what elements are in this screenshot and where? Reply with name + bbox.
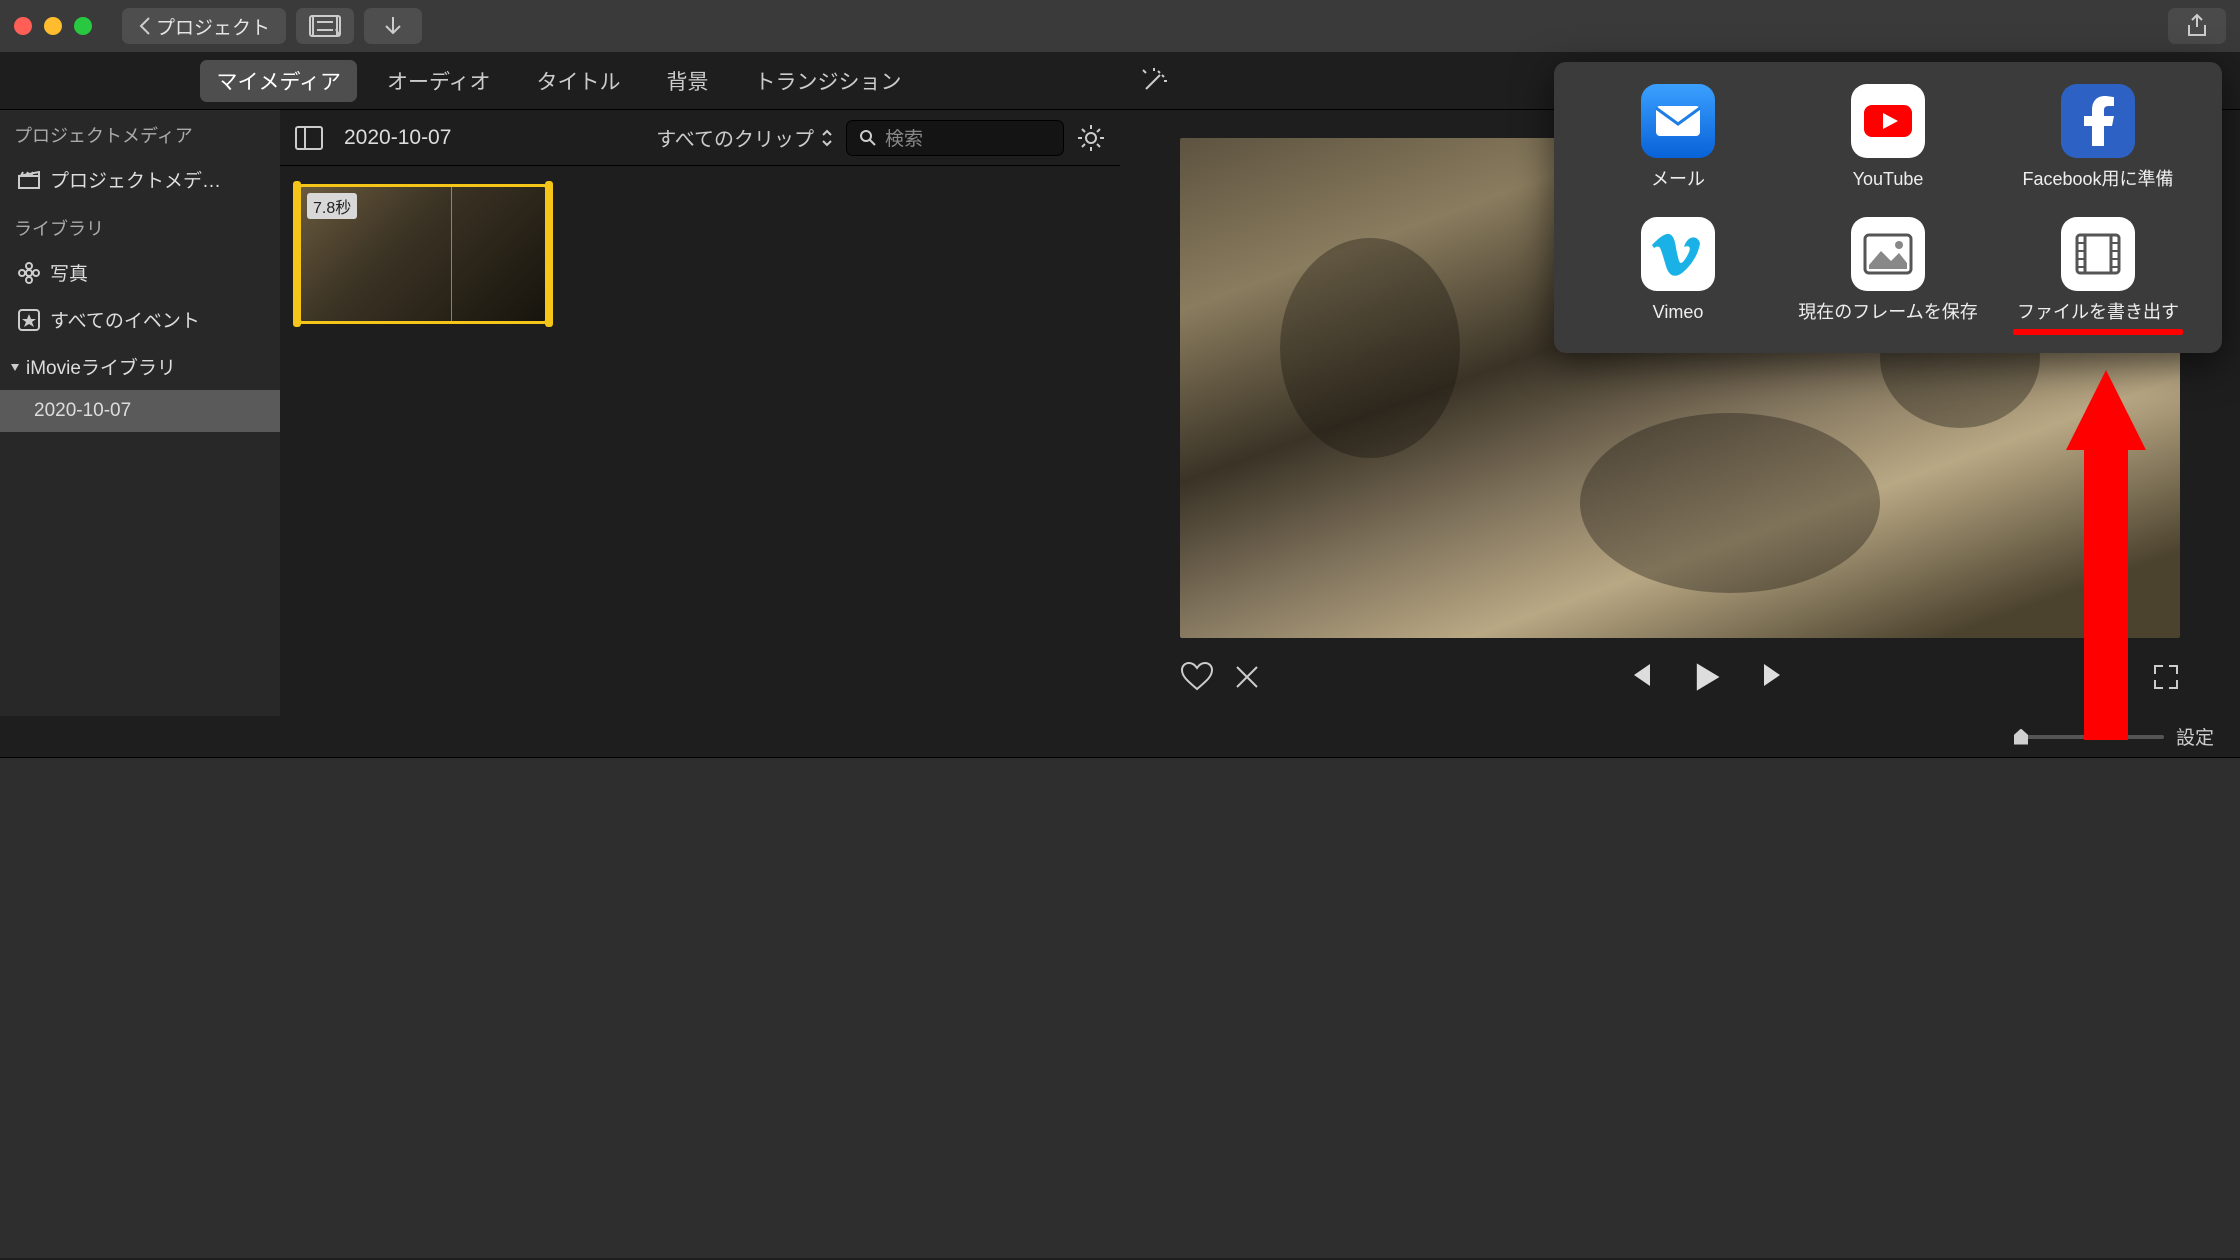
- share-label: Vimeo: [1653, 301, 1704, 324]
- viewer-controls: [1120, 652, 2240, 694]
- filmstrip-icon: [309, 15, 341, 37]
- tab-audio[interactable]: オーディオ: [371, 60, 507, 102]
- sidebar-label: すべてのイベント: [50, 306, 200, 333]
- share-option-vimeo[interactable]: Vimeo: [1578, 217, 1778, 334]
- prev-icon[interactable]: [1624, 660, 1654, 690]
- reject-icon[interactable]: [1232, 662, 1262, 692]
- sidebar-imovie-library[interactable]: iMovieライブラリ: [0, 343, 280, 390]
- import-button[interactable]: [364, 8, 422, 44]
- sidebar-item-photos[interactable]: 写真: [0, 249, 280, 296]
- magic-wand-icon[interactable]: [1140, 67, 1168, 95]
- share-option-save-frame[interactable]: 現在のフレームを保存: [1788, 217, 1988, 334]
- video-clip[interactable]: 7.8秒: [298, 184, 548, 324]
- search-icon: [859, 129, 877, 147]
- share-button[interactable]: [2168, 8, 2226, 44]
- mail-icon: [1641, 84, 1715, 158]
- share-label: 現在のフレームを保存: [1798, 301, 1977, 324]
- favorite-icon[interactable]: [1180, 662, 1214, 692]
- share-label: メール: [1651, 168, 1705, 191]
- media-tabs: マイメディア オーディオ タイトル 背景 トランジション: [0, 60, 1118, 102]
- timeline-track-area[interactable]: [0, 758, 2240, 1258]
- next-icon[interactable]: [1760, 660, 1790, 690]
- flower-icon: [18, 262, 40, 284]
- play-icon[interactable]: [1690, 660, 1724, 694]
- search-placeholder: 検索: [885, 124, 923, 151]
- vimeo-icon: [1641, 217, 1715, 291]
- timeline-toolbar: 設定: [0, 716, 2240, 758]
- film-file-icon: [2061, 217, 2135, 291]
- maximize-window-button[interactable]: [74, 17, 92, 35]
- library-header: ライブラリ: [0, 203, 280, 249]
- updown-chevron-icon: [820, 128, 834, 148]
- share-option-mail[interactable]: メール: [1578, 84, 1778, 191]
- search-input[interactable]: 検索: [846, 120, 1064, 156]
- zoom-controls: 設定: [2014, 723, 2214, 750]
- library-sidebar: プロジェクトメディア プロジェクトメデ… ライブラリ 写真 すべてのイベント i…: [0, 110, 280, 716]
- fullscreen-icon[interactable]: [2152, 663, 2180, 691]
- facebook-icon: [2061, 84, 2135, 158]
- tab-transitions[interactable]: トランジション: [739, 60, 918, 102]
- media-layout-button[interactable]: [296, 8, 354, 44]
- image-frame-icon: [1851, 217, 1925, 291]
- share-options-grid: メール YouTube Facebook用に準備 Vimeo 現在のフレームを保…: [1578, 84, 2198, 335]
- close-window-button[interactable]: [14, 17, 32, 35]
- tab-titles[interactable]: タイトル: [521, 60, 637, 102]
- youtube-icon: [1851, 84, 1925, 158]
- browser-toolbar: 2020-10-07 すべてのクリップ 検索: [280, 110, 1120, 166]
- disclosure-triangle-icon: [8, 360, 22, 374]
- sidebar-label: プロジェクトメデ…: [50, 166, 221, 193]
- clips-grid: 7.8秒: [280, 166, 1120, 342]
- sidebar-label: 写真: [50, 259, 88, 286]
- tab-backgrounds[interactable]: 背景: [651, 60, 725, 102]
- back-to-projects-button[interactable]: プロジェクト: [122, 8, 286, 44]
- clip-filter-dropdown[interactable]: すべてのクリップ: [656, 123, 834, 152]
- sidebar-item-all-events[interactable]: すべてのイベント: [0, 296, 280, 343]
- chevron-left-icon: [138, 16, 152, 36]
- share-label: Facebook用に準備: [2022, 168, 2173, 191]
- timeline-area: 設定: [0, 716, 2240, 1258]
- tab-my-media[interactable]: マイメディア: [200, 60, 357, 102]
- share-popover: メール YouTube Facebook用に準備 Vimeo 現在のフレームを保…: [1554, 62, 2222, 353]
- share-option-facebook[interactable]: Facebook用に準備: [1998, 84, 2198, 191]
- sidebar-label: iMovieライブラリ: [26, 353, 176, 380]
- sidebar-event-item[interactable]: 2020-10-07: [0, 390, 280, 432]
- filter-label: すべてのクリップ: [656, 123, 814, 152]
- sidebar-item-project-media[interactable]: プロジェクトメデ…: [0, 156, 280, 203]
- zoom-thumb[interactable]: [2014, 729, 2028, 745]
- gear-icon[interactable]: [1076, 123, 1106, 153]
- clip-browser: 2020-10-07 すべてのクリップ 検索 7.8秒: [280, 110, 1120, 716]
- annotation-underline: [2013, 329, 2183, 335]
- project-media-header: プロジェクトメディア: [0, 110, 280, 156]
- panel-toggle-icon[interactable]: [294, 123, 324, 153]
- titlebar: プロジェクト: [0, 0, 2240, 52]
- zoom-slider[interactable]: [2014, 735, 2164, 739]
- window-controls: [14, 17, 92, 35]
- share-icon: [2185, 13, 2209, 39]
- share-label: ファイルを書き出す: [2013, 301, 2183, 324]
- share-option-youtube[interactable]: YouTube: [1788, 84, 1988, 191]
- star-icon: [18, 309, 40, 331]
- playback-controls: [1280, 660, 2134, 694]
- clip-segment-divider: [451, 187, 452, 321]
- minimize-window-button[interactable]: [44, 17, 62, 35]
- share-label: YouTube: [1853, 168, 1924, 191]
- clip-duration-badge: 7.8秒: [307, 193, 357, 219]
- download-arrow-icon: [383, 15, 403, 37]
- clapperboard-icon: [18, 171, 40, 189]
- browser-title: 2020-10-07: [344, 126, 451, 150]
- timeline-settings-button[interactable]: 設定: [2176, 723, 2214, 750]
- back-label: プロジェクト: [156, 13, 270, 40]
- share-option-export-file[interactable]: ファイルを書き出す: [1998, 217, 2198, 334]
- sidebar-event-label: 2020-10-07: [34, 400, 131, 422]
